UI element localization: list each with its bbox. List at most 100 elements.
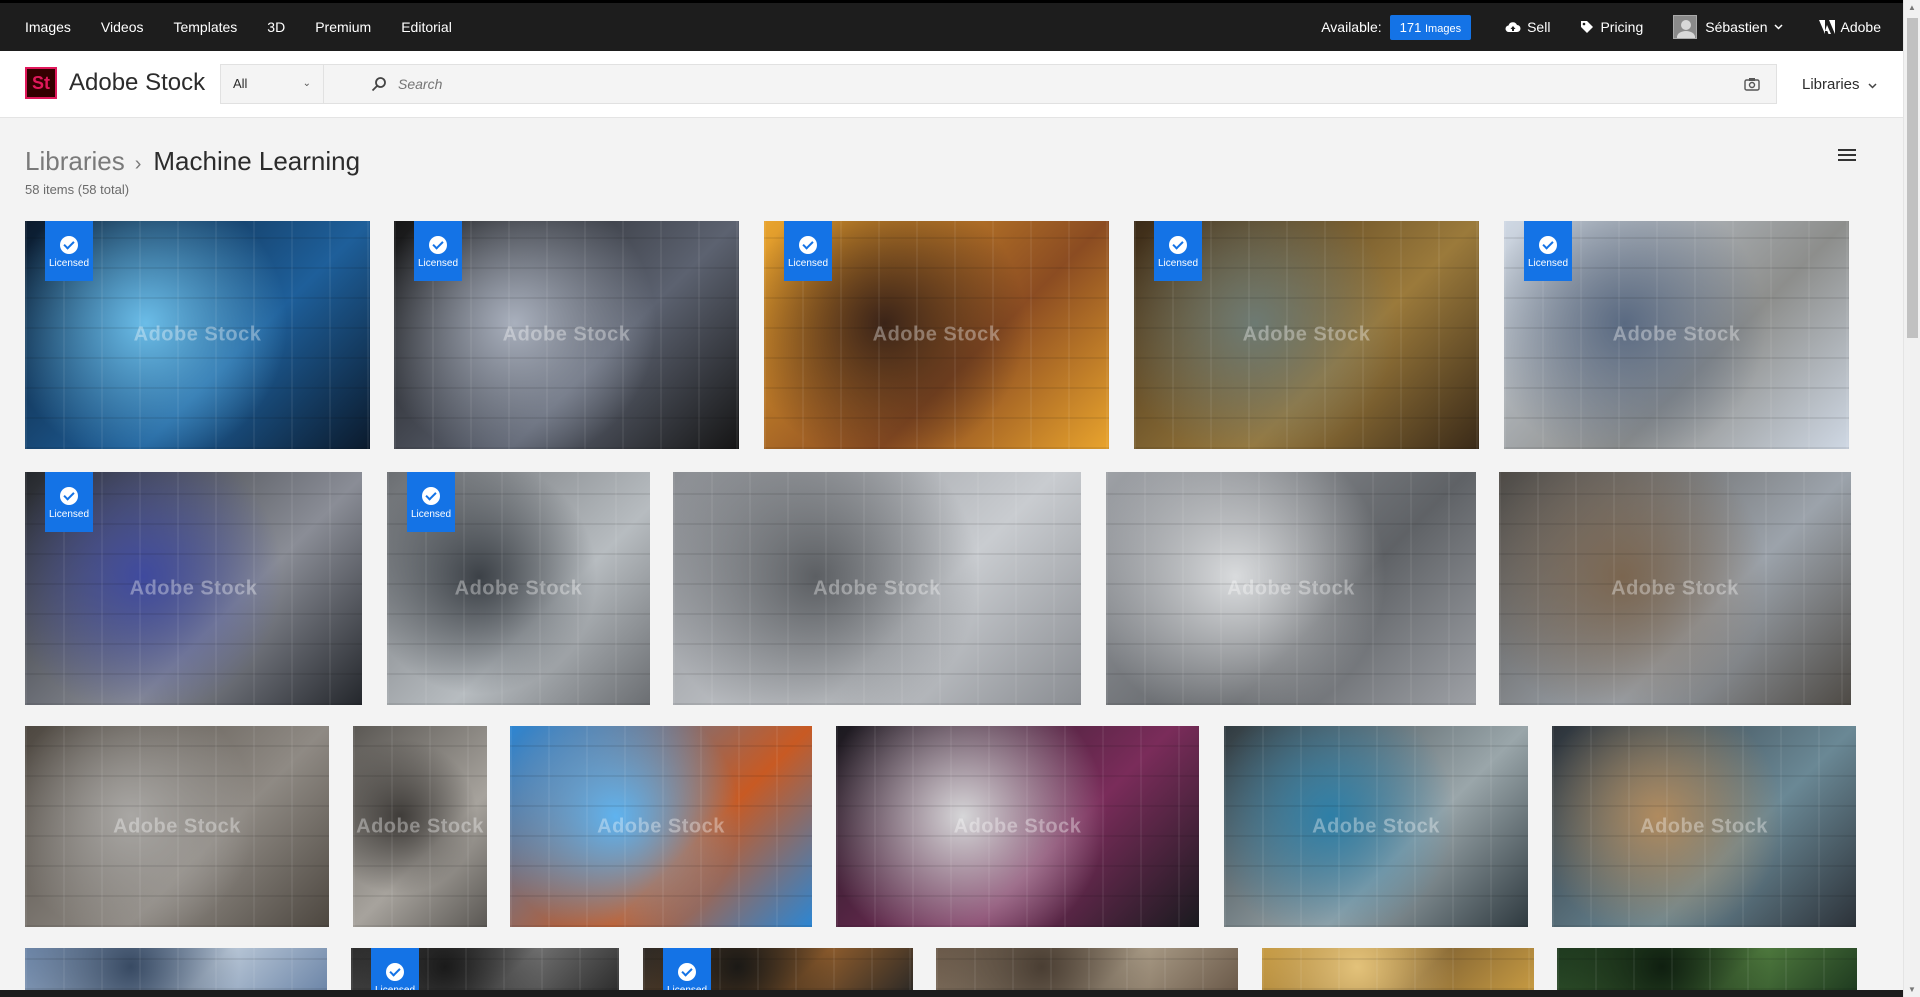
page-scrollbar[interactable]: ▲ ▼ bbox=[1903, 0, 1920, 997]
image-tile-waiting-seats[interactable]: Adobe Stock bbox=[1106, 472, 1476, 705]
avatar bbox=[1673, 15, 1698, 39]
scroll-up-arrow-icon[interactable]: ▲ bbox=[1908, 3, 1916, 12]
global-navigation-bar: Images Videos Templates 3D Premium Edito… bbox=[0, 0, 1903, 51]
user-name: Sébastien bbox=[1705, 19, 1768, 35]
scrollbar-thumb[interactable] bbox=[1907, 18, 1918, 338]
logo-mark: St bbox=[25, 67, 57, 99]
account-area: Available: 171 Images Sell Pricing Sébas… bbox=[1321, 3, 1903, 51]
cloud-upload-icon bbox=[1505, 22, 1521, 33]
logo-text: Adobe Stock bbox=[69, 69, 206, 96]
adobe-logo-icon bbox=[1818, 20, 1835, 34]
image-texture bbox=[673, 472, 1081, 705]
checkmark-icon bbox=[422, 487, 440, 505]
image-texture bbox=[25, 726, 329, 927]
libraries-label: Libraries bbox=[1802, 76, 1860, 93]
licensed-label: Licensed bbox=[417, 258, 459, 269]
pricing-link[interactable]: Pricing bbox=[1580, 19, 1643, 35]
user-menu[interactable]: Sébastien bbox=[1673, 15, 1788, 39]
image-tile-orange-hall[interactable]: Licensed bbox=[643, 948, 913, 990]
image-tile-warehouse[interactable]: Adobe Stock bbox=[25, 726, 329, 927]
available-count-badge[interactable]: 171 Images bbox=[1389, 14, 1472, 40]
image-tile-blue-factory[interactable] bbox=[25, 948, 327, 990]
checkmark-icon bbox=[60, 236, 78, 254]
image-tile-hangar-window[interactable]: Adobe Stock Licensed bbox=[387, 472, 650, 705]
licensed-badge: Licensed bbox=[414, 221, 462, 281]
image-tile-forest[interactable] bbox=[936, 948, 1238, 990]
image-tile-dark-hall[interactable]: Licensed bbox=[351, 948, 619, 990]
licensed-badge: Licensed bbox=[407, 472, 455, 532]
licensed-badge: Licensed bbox=[45, 221, 93, 281]
image-tile-cinema[interactable]: Adobe Stock bbox=[836, 726, 1199, 927]
image-tile-rocket-nozzles[interactable]: Adobe Stock bbox=[1552, 726, 1856, 927]
breadcrumb: Libraries › Machine Learning bbox=[25, 146, 360, 177]
available-count: 171 bbox=[1399, 19, 1422, 35]
image-tile-oil-platform[interactable]: Adobe Stock bbox=[510, 726, 812, 927]
nav-3d[interactable]: 3D bbox=[267, 19, 285, 35]
image-tile-factory-floor[interactable]: Adobe Stock bbox=[1499, 472, 1851, 705]
tag-icon bbox=[1581, 21, 1594, 33]
asset-type-filter[interactable]: All ⌄ bbox=[220, 64, 324, 104]
search-input[interactable] bbox=[398, 65, 1698, 103]
libraries-dropdown[interactable]: Libraries bbox=[1802, 76, 1877, 93]
available-unit: Images bbox=[1425, 22, 1462, 35]
image-texture bbox=[1557, 948, 1857, 990]
nav-templates[interactable]: Templates bbox=[173, 19, 237, 35]
adobe-stock-logo[interactable]: St Adobe Stock bbox=[25, 67, 205, 99]
adobe-label: Adobe bbox=[1840, 19, 1881, 35]
licensed-label: Licensed bbox=[48, 258, 90, 269]
image-tile-hall-narrow[interactable]: Adobe Stock bbox=[353, 726, 487, 927]
checkmark-icon bbox=[1539, 236, 1557, 254]
licensed-badge: Licensed bbox=[663, 948, 711, 990]
image-texture bbox=[1262, 948, 1534, 990]
breadcrumb-libraries[interactable]: Libraries bbox=[25, 146, 125, 177]
image-tile-forest-road[interactable] bbox=[1262, 948, 1534, 990]
filter-value: All bbox=[233, 76, 248, 91]
image-texture bbox=[1552, 726, 1856, 927]
image-texture bbox=[510, 726, 812, 927]
nav-videos[interactable]: Videos bbox=[101, 19, 144, 35]
image-tile-robot-welding[interactable]: Adobe Stock Licensed bbox=[25, 221, 370, 449]
chevron-down-icon bbox=[1773, 24, 1783, 30]
checkmark-icon bbox=[60, 487, 78, 505]
image-tile-satellite[interactable]: Adobe Stock Licensed bbox=[394, 221, 739, 449]
image-texture bbox=[1499, 472, 1851, 705]
licensed-badge: Licensed bbox=[371, 948, 419, 990]
search-header: St Adobe Stock All ⌄ Libraries bbox=[0, 51, 1903, 118]
item-count: 58 items (58 total) bbox=[25, 182, 130, 197]
image-texture bbox=[1224, 726, 1528, 927]
pricing-label: Pricing bbox=[1600, 19, 1644, 35]
available-label: Available: bbox=[1321, 19, 1382, 35]
chevron-down-icon: ⌄ bbox=[302, 78, 311, 89]
checkmark-icon bbox=[1169, 236, 1187, 254]
page-title: Machine Learning bbox=[153, 146, 361, 176]
licensed-label: Licensed bbox=[1157, 258, 1199, 269]
scroll-down-arrow-icon[interactable]: ▼ bbox=[1908, 985, 1916, 994]
checkmark-icon bbox=[386, 963, 404, 981]
image-texture bbox=[25, 948, 327, 990]
checkmark-icon bbox=[799, 236, 817, 254]
image-tile-engine[interactable]: Adobe Stock Licensed bbox=[25, 472, 362, 705]
nav-images[interactable]: Images bbox=[25, 19, 71, 35]
image-tile-green-trees[interactable] bbox=[1557, 948, 1857, 990]
checkmark-icon bbox=[678, 963, 696, 981]
nav-premium[interactable]: Premium bbox=[315, 19, 371, 35]
camera-icon[interactable] bbox=[1744, 77, 1760, 91]
licensed-badge: Licensed bbox=[1524, 221, 1572, 281]
nav-editorial[interactable]: Editorial bbox=[401, 19, 452, 35]
checkmark-icon bbox=[429, 236, 447, 254]
image-tile-industrial-hall[interactable]: Adobe Stock Licensed bbox=[1134, 221, 1479, 449]
licensed-label: Licensed bbox=[410, 509, 452, 520]
image-tile-scaffold-wall[interactable]: Adobe Stock bbox=[673, 472, 1081, 705]
adobe-link[interactable]: Adobe bbox=[1818, 19, 1881, 35]
search-icon bbox=[371, 77, 386, 92]
chevron-down-icon bbox=[1868, 83, 1877, 89]
licensed-label: Licensed bbox=[1527, 258, 1569, 269]
hamburger-menu-icon[interactable] bbox=[1838, 147, 1856, 163]
licensed-badge: Licensed bbox=[784, 221, 832, 281]
sell-label: Sell bbox=[1527, 19, 1551, 35]
image-tile-rocket-engine[interactable]: Adobe Stock bbox=[1224, 726, 1528, 927]
image-texture bbox=[1106, 472, 1476, 705]
image-tile-bike-sunset[interactable]: Adobe Stock Licensed bbox=[764, 221, 1109, 449]
sell-link[interactable]: Sell bbox=[1505, 19, 1550, 35]
image-tile-wheelchair-street[interactable]: Adobe Stock Licensed bbox=[1504, 221, 1849, 449]
